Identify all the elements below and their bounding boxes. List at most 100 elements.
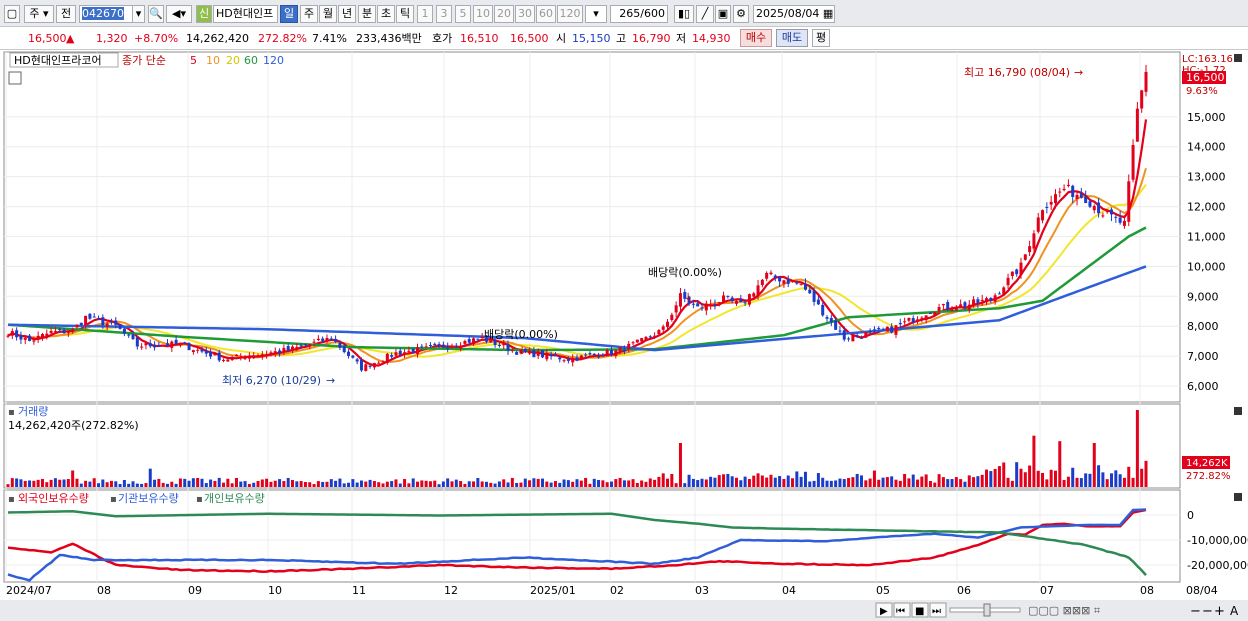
candle-body [726, 295, 730, 297]
volume-bar [394, 479, 398, 487]
candle-body [700, 307, 704, 309]
interval-1[interactable]: 1 [417, 5, 433, 23]
volume-bar [976, 476, 980, 487]
market-label: 주 [29, 7, 40, 20]
code-dropdown-icon[interactable]: ▾ [132, 5, 145, 23]
sound-icon[interactable]: ◀▾ [166, 5, 192, 23]
interval-10[interactable]: 10 [473, 5, 493, 23]
low-annotation: 최저 6,270 (10/29) [222, 374, 321, 387]
panel-close-icon[interactable] [1234, 54, 1242, 62]
candle-body [730, 297, 734, 302]
candle-body [1105, 210, 1109, 213]
volume-bar [528, 480, 532, 487]
period-week[interactable]: 주 [300, 5, 318, 23]
trend-tool-icon[interactable]: ╱ [696, 5, 714, 23]
eval-button[interactable]: 평 [812, 29, 830, 47]
volume-bar [1002, 462, 1006, 487]
candle-body [273, 351, 277, 354]
candle-type-icon[interactable]: ▮▯ [674, 5, 694, 23]
x-tick-label: 09 [188, 584, 202, 597]
volume-bar [390, 481, 394, 487]
layout-icon[interactable]: ▢ [4, 5, 20, 23]
volume-bar [1010, 480, 1014, 487]
interval-5[interactable]: 5 [455, 5, 471, 23]
candle-body [342, 345, 346, 353]
volume-bar [747, 479, 751, 487]
volume-bar [157, 478, 161, 487]
market-select[interactable]: 주 ▾ [24, 5, 54, 23]
volume-bar [834, 480, 838, 487]
legend-foreign: 외국인보유수량 [18, 492, 89, 505]
zoom-slider-handle[interactable] [983, 603, 991, 617]
volume-bar [730, 476, 734, 487]
volume-bar [1049, 469, 1053, 487]
x-tick-label: 03 [695, 584, 709, 597]
interval-120[interactable]: 120 [557, 5, 583, 23]
volume-bar [661, 473, 665, 487]
volume-bar [338, 478, 342, 487]
volume-bar [36, 479, 40, 487]
candle-body [821, 304, 825, 316]
volume-bar [308, 482, 312, 487]
zoom-out-icon[interactable]: − [1190, 604, 1201, 619]
candle-body [355, 359, 359, 362]
interval-60[interactable]: 60 [536, 5, 556, 23]
candle-body [209, 351, 213, 357]
period-tick[interactable]: 틱 [396, 5, 414, 23]
volume-bar [140, 483, 144, 487]
candle-body [28, 335, 32, 341]
candle-body [1075, 194, 1079, 200]
holdings-close-icon[interactable] [1234, 493, 1242, 501]
candle-body [769, 272, 773, 275]
volume-bar [510, 477, 514, 487]
candle-body [428, 345, 432, 347]
period-day[interactable]: 일 [280, 5, 298, 23]
period-month[interactable]: 월 [319, 5, 337, 23]
candle-body [295, 346, 299, 349]
dividend-label-2: 배당락(0.00%) [648, 266, 722, 279]
volume-bar [58, 479, 62, 487]
volume-bar [847, 478, 851, 487]
search-icon[interactable]: 🔍 [148, 5, 164, 23]
save-icon[interactable]: ▣ [715, 5, 731, 23]
candle-body [144, 343, 148, 346]
interval-3[interactable]: 3 [436, 5, 452, 23]
calendar-icon[interactable]: ▦ [823, 7, 833, 20]
volume-bar [894, 479, 898, 487]
volume-close-icon[interactable] [1234, 407, 1242, 415]
volume-bar [213, 480, 217, 487]
candle-body [122, 328, 126, 334]
interval-20[interactable]: 20 [494, 5, 514, 23]
prev-button[interactable]: 전 [56, 5, 76, 23]
volume-bar [105, 482, 109, 487]
date-input[interactable]: 2025/08/04 ▦ [753, 5, 835, 23]
candle-body [933, 312, 937, 315]
sell-button[interactable]: 매도 [776, 29, 808, 47]
holdings-tick-label: -10,000,000 [1187, 534, 1248, 547]
zoom-in-icon[interactable]: + [1214, 604, 1225, 619]
candle-body [795, 282, 799, 284]
table-icon[interactable] [8, 71, 22, 85]
font-icon[interactable]: A [1230, 604, 1239, 618]
buy-button[interactable]: 매수 [740, 29, 772, 47]
period-year[interactable]: 년 [338, 5, 356, 23]
drawing-tools-icon[interactable]: ▢▢▢ ⊠⊠⊠ ⌗ [1028, 604, 1100, 617]
volume-bar [114, 481, 118, 487]
volume-bar [627, 480, 631, 487]
interval-dropdown[interactable]: ▾ [585, 5, 607, 23]
gear-icon[interactable]: ⚙ [733, 5, 749, 23]
volume-bar [954, 477, 958, 487]
zoom-minus-icon[interactable]: − [1202, 604, 1213, 619]
volume-bar [963, 481, 967, 487]
candle-body [851, 335, 855, 342]
candle-body [416, 347, 420, 354]
count-input[interactable]: 265/600 [610, 5, 668, 23]
volume-bar [1140, 468, 1144, 487]
candle-body [864, 332, 868, 338]
low-label: 저 [676, 32, 687, 45]
candle-body [338, 342, 342, 348]
period-minute[interactable]: 분 [358, 5, 376, 23]
interval-30[interactable]: 30 [515, 5, 535, 23]
period-second[interactable]: 초 [377, 5, 395, 23]
candle-body [631, 342, 635, 344]
